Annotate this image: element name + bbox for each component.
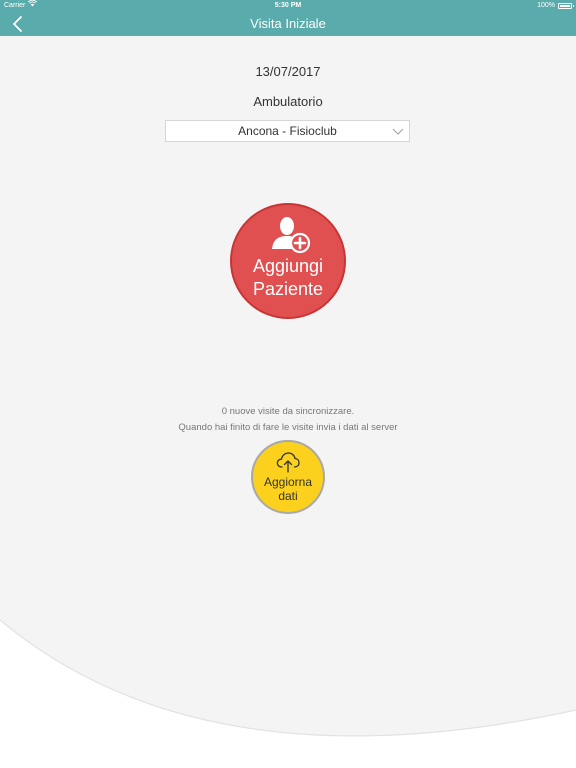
status-time: 5:30 PM: [274, 2, 302, 9]
background-curve: [0, 619, 576, 768]
cloud-upload-icon: [276, 452, 300, 473]
add-patient-label: Aggiungi Paziente: [232, 255, 344, 301]
ambulatorio-selected-value: Ancona - Fisioclub: [238, 124, 337, 138]
add-patient-line2: Paziente: [252, 279, 324, 299]
sync-hint-text: Quando hai finito di fare le visite invi…: [178, 422, 398, 433]
ambulatorio-label: Ambulatorio: [253, 94, 323, 109]
chevron-down-icon: [392, 128, 404, 135]
visit-date: 13/07/2017: [255, 64, 321, 79]
add-user-icon: [272, 217, 311, 254]
battery-percent: 100%: [537, 2, 555, 9]
battery-indicator: 100%: [537, 0, 574, 12]
sync-count-text: 0 nuove visite da sincronizzare.: [221, 406, 355, 417]
add-patient-line1: Aggiungi: [252, 256, 324, 276]
status-bar: Carrier 5:30 PM 100%: [0, 0, 576, 12]
add-patient-button[interactable]: Aggiungi Paziente: [230, 203, 346, 319]
nav-bar: Visita Iniziale: [0, 12, 576, 36]
update-data-button[interactable]: Aggiorna dati: [251, 440, 325, 514]
update-data-line1: Aggiorna: [263, 475, 313, 489]
ambulatorio-select[interactable]: Ancona - Fisioclub: [165, 120, 410, 142]
battery-icon: [558, 3, 574, 9]
update-data-label: Aggiorna dati: [253, 475, 323, 503]
update-data-line2: dati: [278, 489, 298, 503]
page-title: Visita Iniziale: [250, 16, 326, 31]
